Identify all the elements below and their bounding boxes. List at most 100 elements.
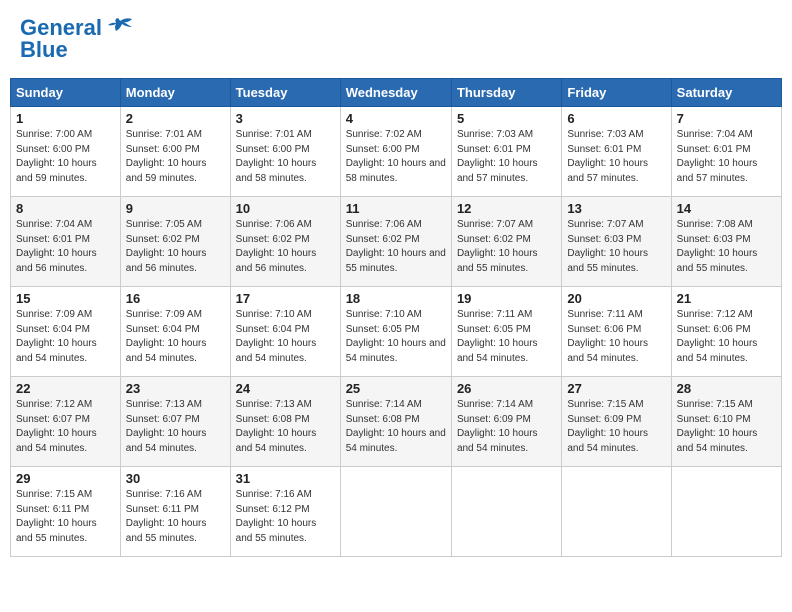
logo-blue-text: Blue <box>20 37 68 63</box>
day-info: Sunrise: 7:01 AMSunset: 6:00 PMDaylight:… <box>126 128 225 186</box>
day-info: Sunrise: 7:08 AMSunset: 6:03 PMDaylight:… <box>677 218 776 276</box>
day-info: Sunrise: 7:05 AMSunset: 6:02 PMDaylight:… <box>126 218 225 276</box>
day-number: 28 <box>677 381 776 396</box>
calendar-cell: 12 Sunrise: 7:07 AMSunset: 6:02 PMDayligh… <box>451 197 561 287</box>
calendar-cell <box>451 467 561 557</box>
calendar-cell: 10 Sunrise: 7:06 AMSunset: 6:02 PMDayligh… <box>230 197 340 287</box>
day-info: Sunrise: 7:12 AMSunset: 6:07 PMDaylight:… <box>16 398 115 456</box>
day-info: Sunrise: 7:06 AMSunset: 6:02 PMDaylight:… <box>346 218 446 276</box>
day-info: Sunrise: 7:10 AMSunset: 6:04 PMDaylight:… <box>236 308 335 366</box>
calendar-cell <box>562 467 671 557</box>
day-number: 25 <box>346 381 446 396</box>
week-row-4: 22 Sunrise: 7:12 AMSunset: 6:07 PMDayligh… <box>11 377 782 467</box>
calendar-cell: 24 Sunrise: 7:13 AMSunset: 6:08 PMDayligh… <box>230 377 340 467</box>
calendar-cell: 5 Sunrise: 7:03 AMSunset: 6:01 PMDaylight… <box>451 107 561 197</box>
calendar-cell: 6 Sunrise: 7:03 AMSunset: 6:01 PMDaylight… <box>562 107 671 197</box>
calendar-cell: 31 Sunrise: 7:16 AMSunset: 6:12 PMDayligh… <box>230 467 340 557</box>
weekday-header-friday: Friday <box>562 79 671 107</box>
calendar-cell: 19 Sunrise: 7:11 AMSunset: 6:05 PMDayligh… <box>451 287 561 377</box>
day-number: 22 <box>16 381 115 396</box>
day-info: Sunrise: 7:09 AMSunset: 6:04 PMDaylight:… <box>16 308 115 366</box>
calendar-cell: 21 Sunrise: 7:12 AMSunset: 6:06 PMDayligh… <box>671 287 781 377</box>
calendar-cell: 16 Sunrise: 7:09 AMSunset: 6:04 PMDayligh… <box>120 287 230 377</box>
week-row-3: 15 Sunrise: 7:09 AMSunset: 6:04 PMDayligh… <box>11 287 782 377</box>
day-info: Sunrise: 7:13 AMSunset: 6:08 PMDaylight:… <box>236 398 335 456</box>
day-info: Sunrise: 7:07 AMSunset: 6:02 PMDaylight:… <box>457 218 556 276</box>
day-number: 16 <box>126 291 225 306</box>
day-number: 8 <box>16 201 115 216</box>
day-number: 18 <box>346 291 446 306</box>
day-number: 10 <box>236 201 335 216</box>
calendar-cell: 14 Sunrise: 7:08 AMSunset: 6:03 PMDayligh… <box>671 197 781 287</box>
page-header: General Blue <box>10 10 782 68</box>
weekday-header-thursday: Thursday <box>451 79 561 107</box>
calendar-cell: 23 Sunrise: 7:13 AMSunset: 6:07 PMDayligh… <box>120 377 230 467</box>
day-info: Sunrise: 7:00 AMSunset: 6:00 PMDaylight:… <box>16 128 115 186</box>
day-number: 17 <box>236 291 335 306</box>
day-number: 20 <box>567 291 665 306</box>
day-number: 9 <box>126 201 225 216</box>
day-info: Sunrise: 7:03 AMSunset: 6:01 PMDaylight:… <box>567 128 665 186</box>
day-number: 5 <box>457 111 556 126</box>
day-number: 30 <box>126 471 225 486</box>
weekday-header-saturday: Saturday <box>671 79 781 107</box>
day-info: Sunrise: 7:15 AMSunset: 6:09 PMDaylight:… <box>567 398 665 456</box>
calendar-cell: 7Sunrise: 7:04 AMSunset: 6:01 PMDaylight… <box>671 107 781 197</box>
day-info: Sunrise: 7:14 AMSunset: 6:09 PMDaylight:… <box>457 398 556 456</box>
calendar-cell: 13 Sunrise: 7:07 AMSunset: 6:03 PMDayligh… <box>562 197 671 287</box>
day-number: 14 <box>677 201 776 216</box>
calendar-cell: 8 Sunrise: 7:04 AMSunset: 6:01 PMDaylight… <box>11 197 121 287</box>
calendar-cell: 11 Sunrise: 7:06 AMSunset: 6:02 PMDayligh… <box>340 197 451 287</box>
day-number: 3 <box>236 111 335 126</box>
day-info: Sunrise: 7:04 AMSunset: 6:01 PMDaylight:… <box>677 128 776 186</box>
week-row-1: 1 Sunrise: 7:00 AMSunset: 6:00 PMDaylight… <box>11 107 782 197</box>
calendar-cell: 26 Sunrise: 7:14 AMSunset: 6:09 PMDayligh… <box>451 377 561 467</box>
day-number: 12 <box>457 201 556 216</box>
day-number: 27 <box>567 381 665 396</box>
calendar-cell <box>671 467 781 557</box>
weekday-header-wednesday: Wednesday <box>340 79 451 107</box>
day-info: Sunrise: 7:13 AMSunset: 6:07 PMDaylight:… <box>126 398 225 456</box>
week-row-5: 29Sunrise: 7:15 AMSunset: 6:11 PMDayligh… <box>11 467 782 557</box>
day-number: 23 <box>126 381 225 396</box>
calendar-cell: 17 Sunrise: 7:10 AMSunset: 6:04 PMDayligh… <box>230 287 340 377</box>
calendar-cell: 4Sunrise: 7:02 AMSunset: 6:00 PMDaylight… <box>340 107 451 197</box>
day-number: 21 <box>677 291 776 306</box>
day-info: Sunrise: 7:10 AMSunset: 6:05 PMDaylight:… <box>346 308 446 366</box>
day-number: 6 <box>567 111 665 126</box>
calendar-cell: 20 Sunrise: 7:11 AMSunset: 6:06 PMDayligh… <box>562 287 671 377</box>
day-info: Sunrise: 7:07 AMSunset: 6:03 PMDaylight:… <box>567 218 665 276</box>
day-number: 31 <box>236 471 335 486</box>
day-number: 26 <box>457 381 556 396</box>
calendar-cell: 30 Sunrise: 7:16 AMSunset: 6:11 PMDayligh… <box>120 467 230 557</box>
day-number: 13 <box>567 201 665 216</box>
calendar-cell: 27 Sunrise: 7:15 AMSunset: 6:09 PMDayligh… <box>562 377 671 467</box>
calendar-cell <box>340 467 451 557</box>
day-info: Sunrise: 7:12 AMSunset: 6:06 PMDaylight:… <box>677 308 776 366</box>
calendar-cell: 28 Sunrise: 7:15 AMSunset: 6:10 PMDayligh… <box>671 377 781 467</box>
day-info: Sunrise: 7:04 AMSunset: 6:01 PMDaylight:… <box>16 218 115 276</box>
day-number: 2 <box>126 111 225 126</box>
day-info: Sunrise: 7:16 AMSunset: 6:12 PMDaylight:… <box>236 488 335 546</box>
day-number: 19 <box>457 291 556 306</box>
day-info: Sunrise: 7:15 AMSunset: 6:10 PMDaylight:… <box>677 398 776 456</box>
day-number: 1 <box>16 111 115 126</box>
day-info: Sunrise: 7:11 AMSunset: 6:05 PMDaylight:… <box>457 308 556 366</box>
day-info: Sunrise: 7:14 AMSunset: 6:08 PMDaylight:… <box>346 398 446 456</box>
day-number: 15 <box>16 291 115 306</box>
logo-bird-icon <box>106 17 134 39</box>
day-info: Sunrise: 7:11 AMSunset: 6:06 PMDaylight:… <box>567 308 665 366</box>
week-row-2: 8 Sunrise: 7:04 AMSunset: 6:01 PMDaylight… <box>11 197 782 287</box>
weekday-header-row: SundayMondayTuesdayWednesdayThursdayFrid… <box>11 79 782 107</box>
day-info: Sunrise: 7:16 AMSunset: 6:11 PMDaylight:… <box>126 488 225 546</box>
day-number: 24 <box>236 381 335 396</box>
calendar-table: SundayMondayTuesdayWednesdayThursdayFrid… <box>10 78 782 557</box>
day-info: Sunrise: 7:02 AMSunset: 6:00 PMDaylight:… <box>346 128 446 186</box>
calendar-cell: 9 Sunrise: 7:05 AMSunset: 6:02 PMDaylight… <box>120 197 230 287</box>
day-info: Sunrise: 7:01 AMSunset: 6:00 PMDaylight:… <box>236 128 335 186</box>
day-info: Sunrise: 7:03 AMSunset: 6:01 PMDaylight:… <box>457 128 556 186</box>
day-info: Sunrise: 7:09 AMSunset: 6:04 PMDaylight:… <box>126 308 225 366</box>
day-number: 11 <box>346 201 446 216</box>
logo: General Blue <box>20 15 134 63</box>
day-info: Sunrise: 7:06 AMSunset: 6:02 PMDaylight:… <box>236 218 335 276</box>
